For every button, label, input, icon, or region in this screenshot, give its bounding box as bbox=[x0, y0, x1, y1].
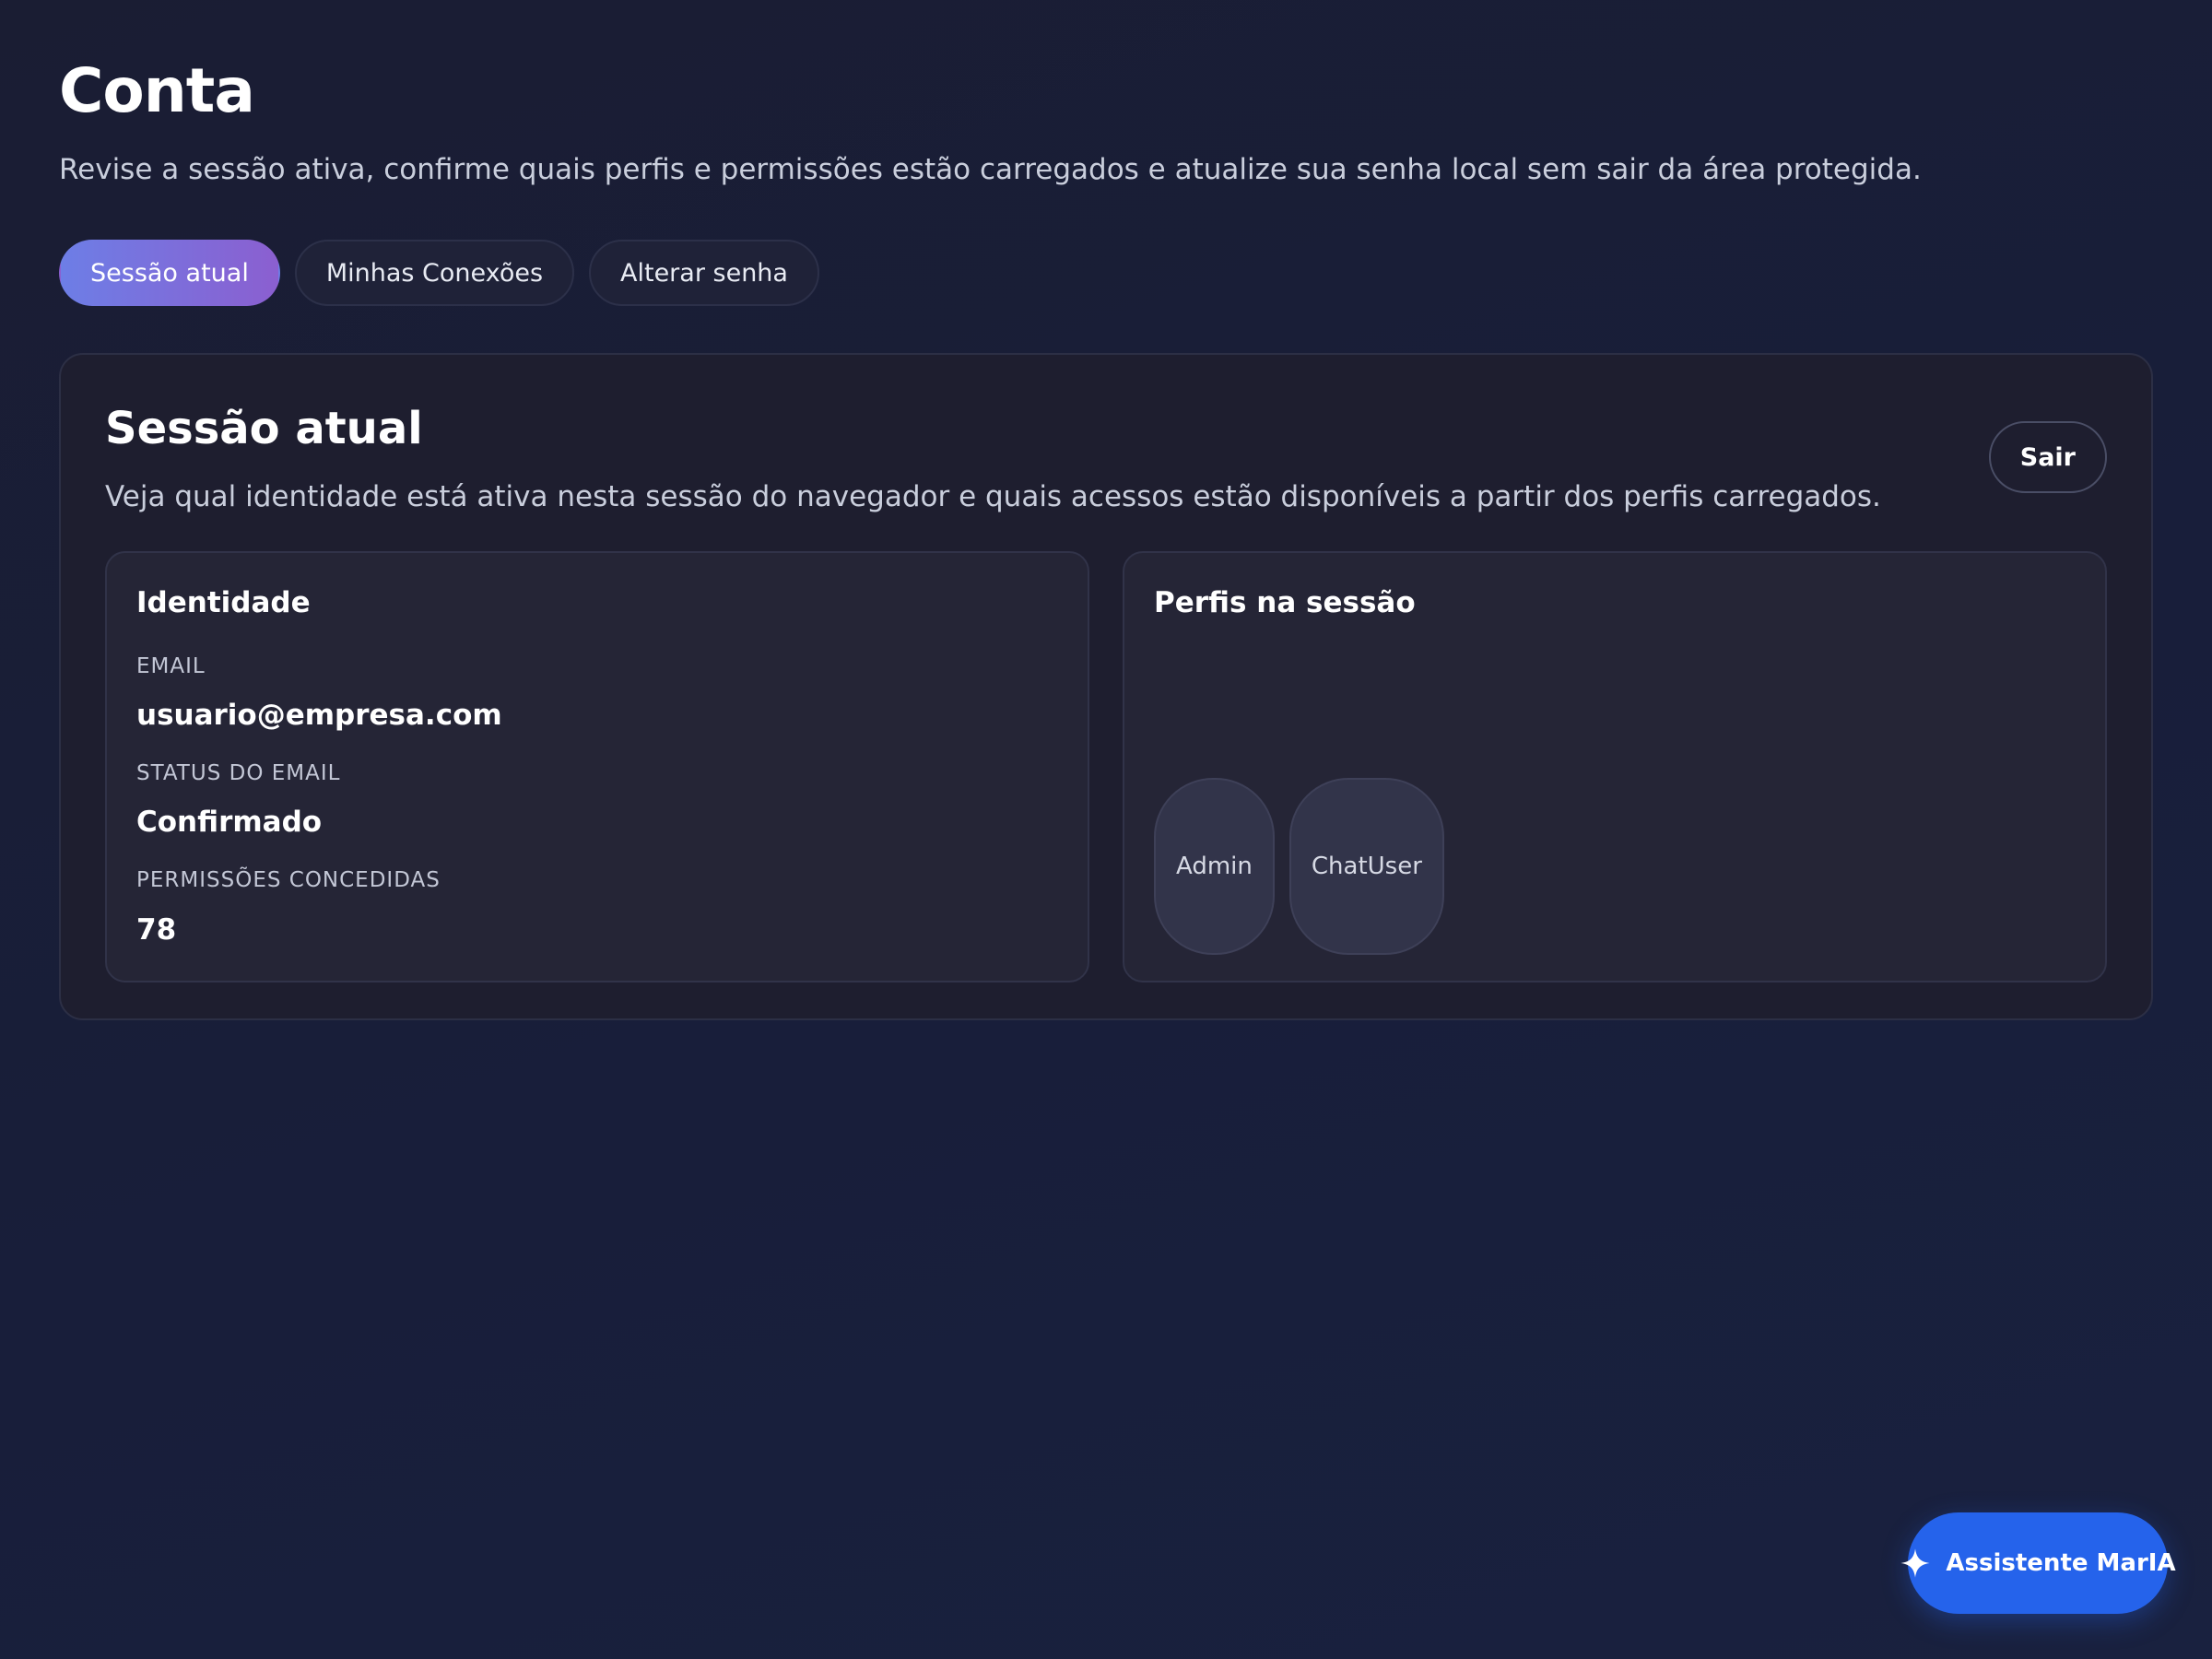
email-label: EMAIL bbox=[136, 654, 206, 678]
email-status-value: Confirmado bbox=[136, 806, 323, 839]
account-tabs: Sessão atual Minhas Conexões Alterar sen… bbox=[59, 240, 819, 306]
email-value: usuario@empresa.com bbox=[136, 699, 502, 732]
assistant-button-label: Assistente MarIA bbox=[1946, 1549, 2176, 1577]
page-subtitle: Revise a sessão ativa, confirme quais pe… bbox=[59, 153, 1922, 186]
identity-panel-title: Identidade bbox=[136, 586, 311, 619]
logout-button[interactable]: Sair bbox=[1988, 421, 2107, 493]
tab-current-session[interactable]: Sessão atual bbox=[59, 240, 280, 306]
session-card: Sessão atual Veja qual identidade está a… bbox=[59, 353, 2153, 1020]
identity-panel: Identidade EMAIL usuario@empresa.com STA… bbox=[105, 551, 1089, 982]
profile-chip-admin: Admin bbox=[1154, 778, 1275, 955]
sparkle-icon bbox=[1900, 1547, 1931, 1579]
profile-chip-list: Admin ChatUser bbox=[1154, 778, 1444, 955]
page-title: Conta bbox=[59, 55, 255, 126]
session-card-title: Sessão atual bbox=[105, 403, 423, 454]
profile-chip-chatuser: ChatUser bbox=[1288, 778, 1444, 955]
profiles-panel-title: Perfis na sessão bbox=[1154, 586, 1416, 619]
email-status-label: STATUS DO EMAIL bbox=[136, 761, 341, 785]
permissions-count: 78 bbox=[136, 913, 177, 947]
tab-my-connections[interactable]: Minhas Conexões bbox=[294, 240, 575, 306]
profiles-panel: Perfis na sessão Admin ChatUser bbox=[1123, 551, 2107, 982]
permissions-label: PERMISSÕES CONCEDIDAS bbox=[136, 868, 441, 892]
tab-change-password[interactable]: Alterar senha bbox=[589, 240, 819, 306]
assistant-button[interactable]: Assistente MarIA bbox=[1900, 1512, 2176, 1614]
session-card-description: Veja qual identidade está ativa nesta se… bbox=[105, 480, 1881, 513]
